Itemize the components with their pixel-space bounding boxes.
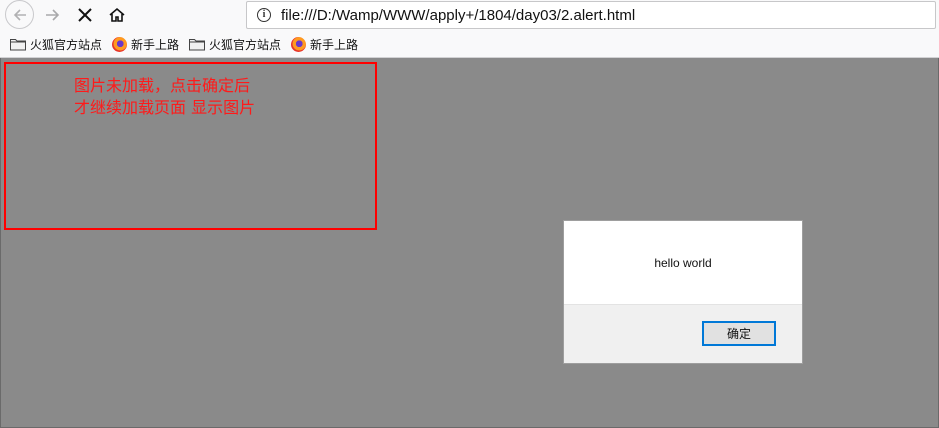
bookmark-label: 新手上路 [131,37,180,52]
bookmark-firefox-official-2[interactable]: 火狐官方站点 [189,36,281,53]
url-bar[interactable]: i file:///D:/Wamp/WWW/apply+/1804/day03/… [246,1,936,29]
firefox-icon [291,36,307,52]
folder-icon [10,38,26,50]
stop-x-icon [78,7,92,22]
browser-toolbar: i file:///D:/Wamp/WWW/apply+/1804/day03/… [0,0,939,31]
bookmark-firefox-official[interactable]: 火狐官方站点 [10,36,102,53]
forward-arrow-icon [46,8,60,21]
alert-footer: 确定 [564,304,802,363]
alert-message: hello world [654,255,712,270]
bookmarks-bar: 火狐官方站点 新手上路 火狐官方站点 新手上路 [0,31,939,58]
ok-button[interactable]: 确定 [702,321,776,346]
back-button[interactable] [3,0,36,29]
red-message-line-1: 图片未加载，点击确定后 [74,76,251,95]
home-icon [109,7,125,22]
bookmark-label: 新手上路 [310,37,359,52]
home-button[interactable] [102,0,132,29]
bookmark-getting-started[interactable]: 新手上路 [112,36,179,53]
bookmark-label: 火狐官方站点 [209,37,282,52]
bookmark-label: 火狐官方站点 [30,37,103,52]
folder-icon [189,38,206,50]
alert-dialog: hello world 确定 [563,220,803,364]
back-arrow-icon [13,8,26,21]
bookmark-getting-started-2[interactable]: 新手上路 [291,36,358,53]
stop-button[interactable] [70,0,100,29]
red-message: 图片未加载，点击确定后 才继续加载页面 显示图片 [74,75,255,119]
url-text[interactable]: file:///D:/Wamp/WWW/apply+/1804/day03/2.… [281,7,635,24]
firefox-icon [112,36,128,52]
forward-button[interactable] [38,0,68,29]
info-icon[interactable]: i [257,8,271,22]
red-message-line-2: 才继续加载页面 显示图片 [74,98,256,117]
